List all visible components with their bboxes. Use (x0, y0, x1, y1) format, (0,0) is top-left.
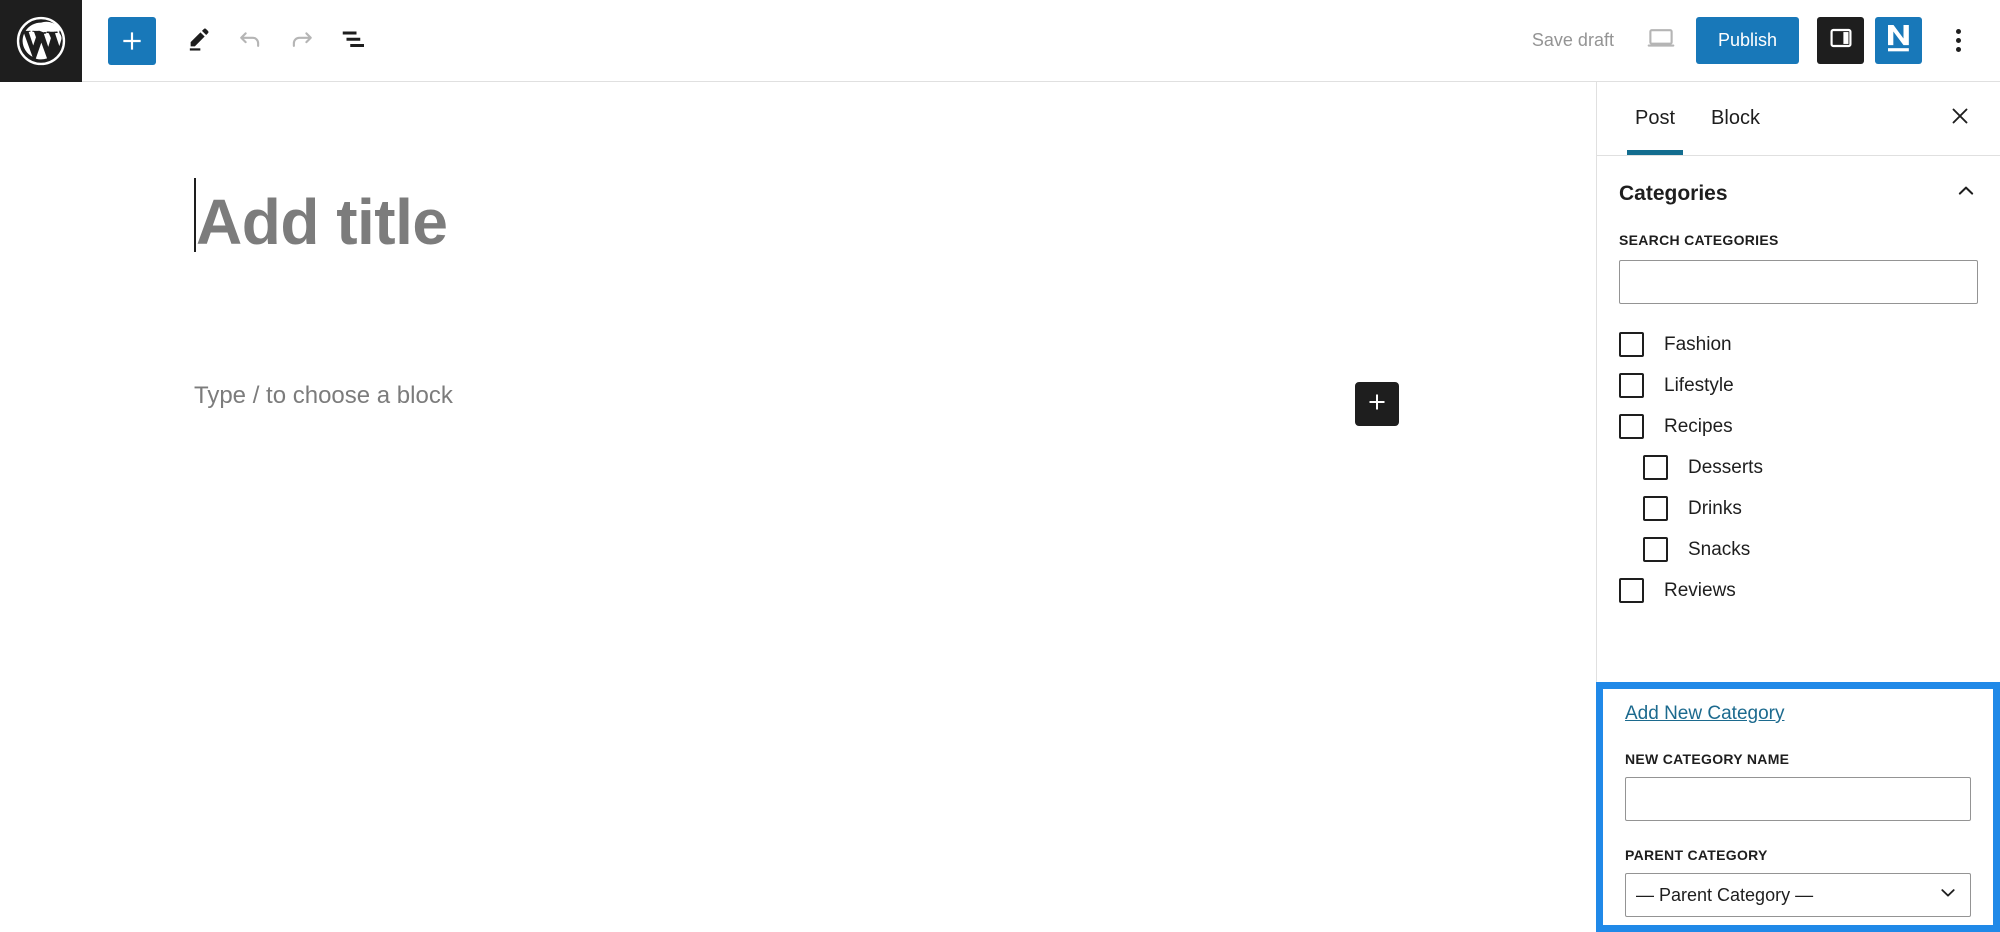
wordpress-logo-button[interactable] (0, 0, 82, 82)
category-label: Snacks (1688, 538, 1751, 560)
block-paragraph-input[interactable]: Type / to choose a block (194, 382, 453, 410)
plugin-icon-button[interactable] (1875, 17, 1922, 64)
category-label: Desserts (1688, 456, 1763, 478)
checkbox-fashion[interactable] (1619, 332, 1644, 357)
undo-arrow-icon (235, 24, 265, 57)
toolbar-right-group: Save draft Publish (1514, 17, 2000, 65)
laptop-preview-icon (1644, 21, 1678, 60)
more-options-button[interactable] (1934, 17, 1982, 65)
redo-arrow-icon (287, 24, 317, 57)
document-overview-icon (339, 24, 369, 57)
close-sidebar-button[interactable] (1932, 91, 1988, 147)
wordpress-logo-icon (15, 15, 67, 67)
editor-canvas: Add title Type / to choose a block (0, 82, 1596, 932)
parent-category-selected-value: — Parent Category — (1636, 884, 1814, 905)
add-block-button[interactable] (108, 16, 156, 65)
publish-button[interactable]: Publish (1695, 17, 1799, 64)
close-x-icon (1948, 104, 1972, 133)
category-label: Reviews (1664, 579, 1736, 601)
checkbox-reviews[interactable] (1619, 578, 1644, 603)
search-categories-label: SEARCH CATEGORIES (1619, 232, 1779, 248)
categories-checkbox-list: Fashion Lifestyle Recipes Desserts Drink… (1619, 324, 1978, 611)
checkbox-recipes[interactable] (1619, 414, 1644, 439)
editor-toolbar: Save draft Publish (0, 0, 2000, 82)
save-draft-button[interactable]: Save draft (1514, 30, 1632, 51)
checkbox-drinks[interactable] (1643, 496, 1668, 521)
add-new-category-link[interactable]: Add New Category (1625, 703, 1784, 725)
category-label: Lifestyle (1664, 374, 1734, 396)
categories-panel-header[interactable]: Categories (1597, 156, 2000, 232)
add-new-category-highlight: Add New Category NEW CATEGORY NAME PAREN… (1596, 682, 2000, 932)
sidebar-panel-icon (1828, 25, 1854, 56)
preview-button[interactable] (1632, 17, 1690, 65)
plus-icon (1365, 390, 1389, 419)
category-label: Drinks (1688, 497, 1742, 519)
categories-panel-title: Categories (1619, 181, 1728, 205)
category-row-drinks[interactable]: Drinks (1619, 488, 1978, 529)
category-row-reviews[interactable]: Reviews (1619, 570, 1978, 611)
wordpress-block-editor: Save draft Publish Add title Type / to c… (0, 0, 2000, 932)
category-row-desserts[interactable]: Desserts (1619, 447, 1978, 488)
undo-button[interactable] (226, 17, 274, 65)
tab-block[interactable]: Block (1693, 82, 1778, 155)
checkbox-desserts[interactable] (1643, 455, 1668, 480)
toolbar-left-group (82, 16, 378, 65)
parent-category-select[interactable]: — Parent Category — (1625, 873, 1971, 917)
settings-sidebar-toggle[interactable] (1817, 17, 1864, 64)
three-dots-vertical-icon (1955, 29, 1961, 52)
search-categories-input[interactable] (1619, 260, 1978, 304)
parent-category-label: PARENT CATEGORY (1625, 847, 1768, 863)
edit-tool-button[interactable] (174, 17, 222, 65)
redo-button[interactable] (278, 17, 326, 65)
new-category-name-label: NEW CATEGORY NAME (1625, 751, 1790, 767)
add-new-category-panel: Add New Category NEW CATEGORY NAME PAREN… (1603, 689, 1993, 932)
checkbox-lifestyle[interactable] (1619, 373, 1644, 398)
sidebar-tabs: Post Block (1597, 82, 2000, 156)
category-row-lifestyle[interactable]: Lifestyle (1619, 365, 1978, 406)
category-row-snacks[interactable]: Snacks (1619, 529, 1978, 570)
plus-icon (119, 28, 145, 54)
block-inserter-button[interactable] (1355, 382, 1399, 426)
letter-n-plugin-icon (1879, 18, 1919, 63)
parent-category-select-wrapper: — Parent Category — (1625, 873, 1971, 917)
chevron-up-icon (1954, 179, 1978, 208)
tab-post[interactable]: Post (1617, 82, 1693, 155)
category-label: Fashion (1664, 333, 1732, 355)
category-label: Recipes (1664, 415, 1733, 437)
new-category-name-input[interactable] (1625, 777, 1971, 821)
category-row-fashion[interactable]: Fashion (1619, 324, 1978, 365)
categories-panel-body: SEARCH CATEGORIES Fashion Lifestyle Reci… (1597, 232, 2000, 611)
list-view-button[interactable] (330, 17, 378, 65)
category-row-recipes[interactable]: Recipes (1619, 406, 1978, 447)
checkbox-snacks[interactable] (1643, 537, 1668, 562)
post-title-input[interactable]: Add title (196, 185, 448, 259)
pencil-icon (184, 25, 212, 56)
